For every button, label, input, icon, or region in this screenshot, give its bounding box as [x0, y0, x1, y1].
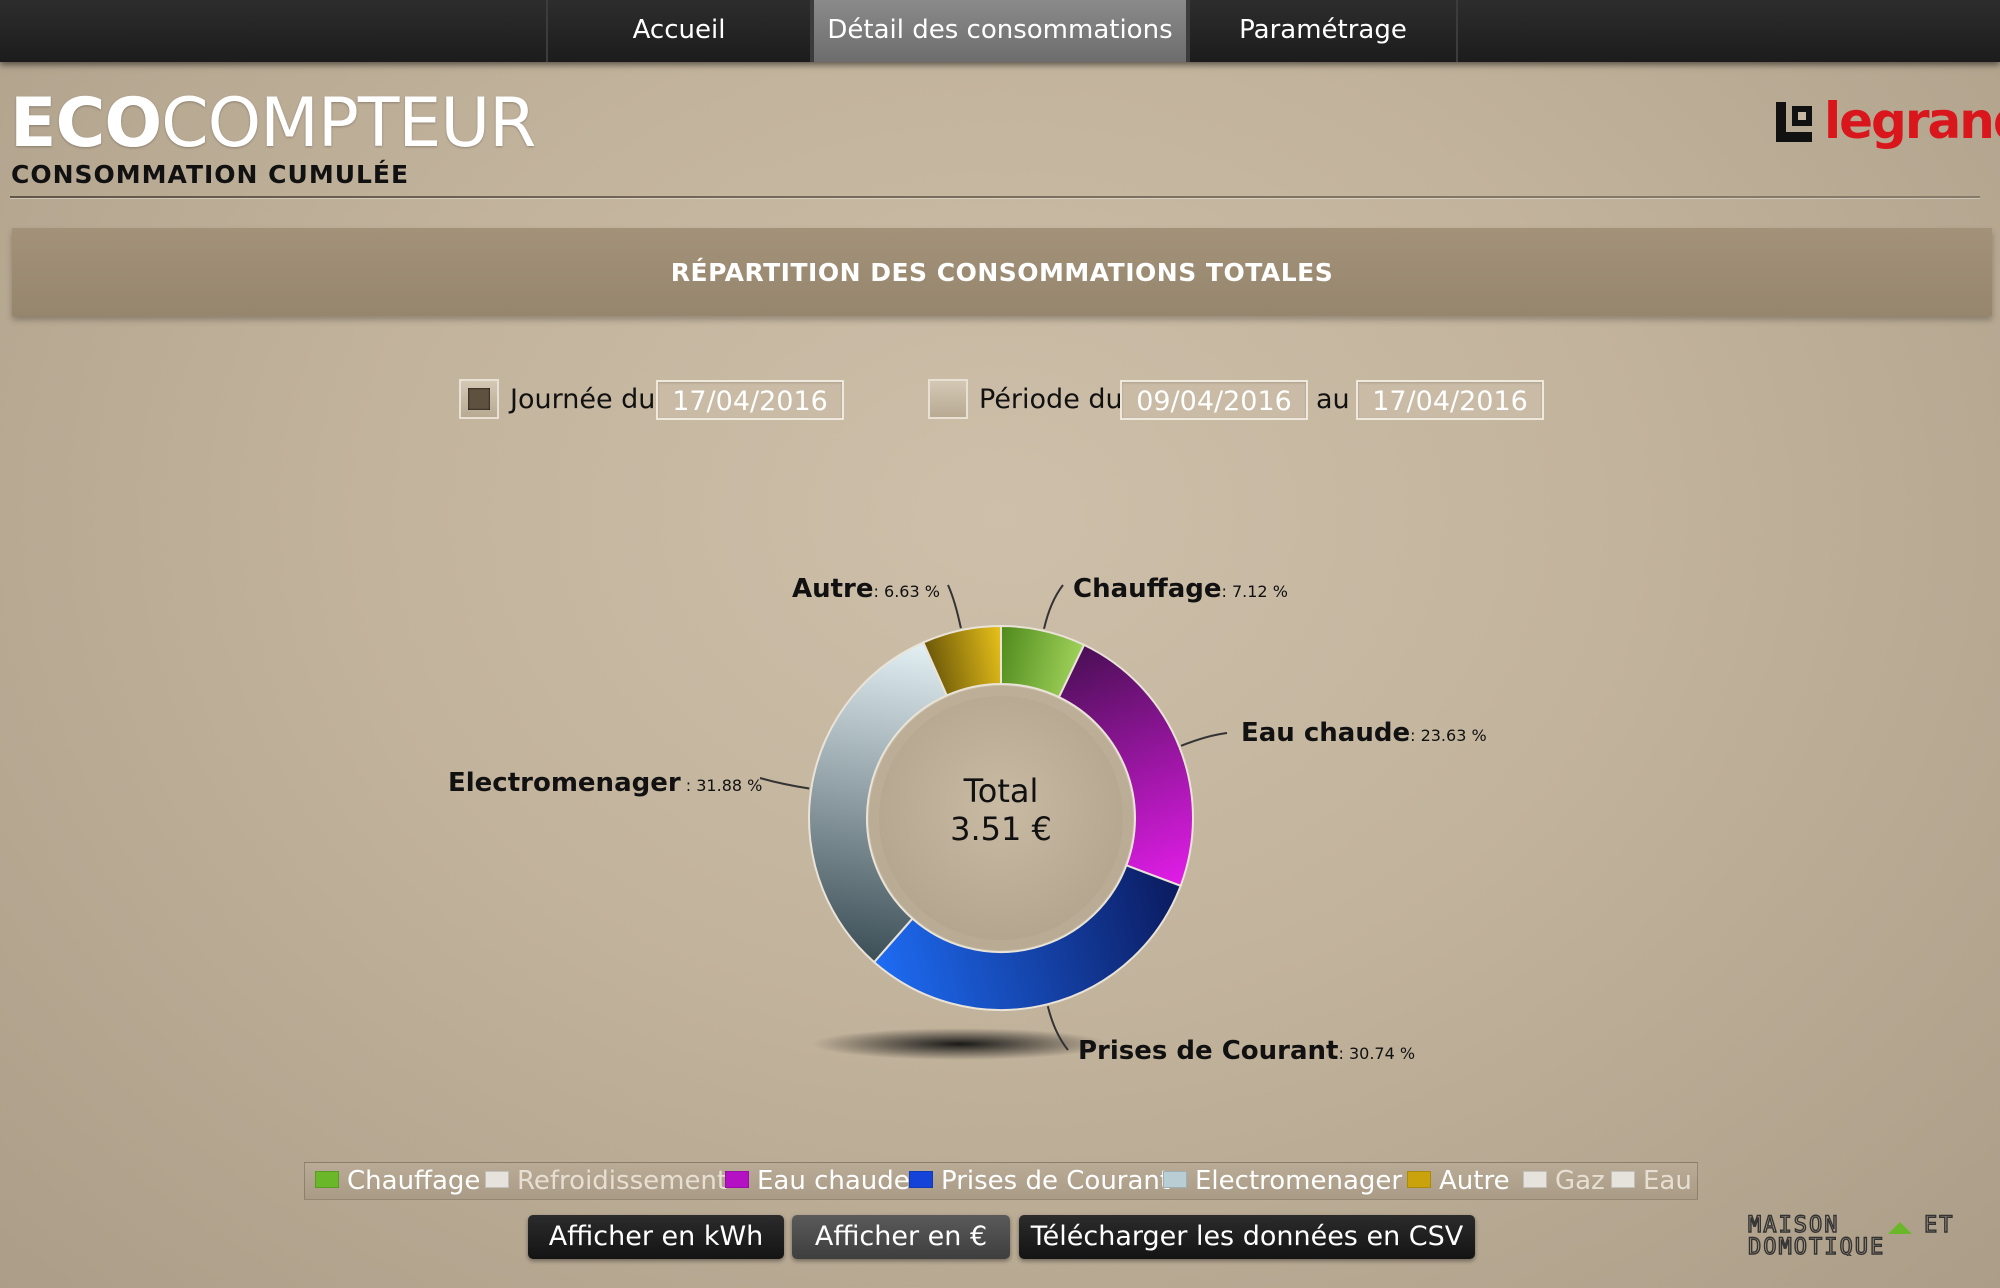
legend-label: Chauffage [347, 1166, 481, 1196]
leader-electromenager [759, 777, 810, 790]
chart-center-value: 3.51 € [950, 810, 1052, 848]
legend-swatch [485, 1171, 509, 1188]
legend-item-gaz[interactable]: Gaz [1523, 1166, 1605, 1196]
leader-chauffage [1043, 584, 1064, 630]
consumption-donut-chart: Total 3.51 € Chauffage: 7.12 % Eau chaude… [448, 574, 1487, 1066]
label-autre: Autre: 6.63 % [792, 574, 940, 604]
watermark-line1b: ET [1924, 1213, 1955, 1238]
label-prises-de-courant: Prises de Courant: 30.74 % [1078, 1036, 1415, 1066]
legend-label: Electromenager [1195, 1166, 1403, 1196]
legend-item-eau[interactable]: Eau [1611, 1166, 1692, 1196]
legend-swatch [1611, 1171, 1635, 1188]
download-csv-button[interactable]: Télécharger les données en CSV [1019, 1215, 1475, 1259]
legend-item-electromenager[interactable]: Electromenager [1163, 1166, 1402, 1196]
legend-item-autre[interactable]: Autre [1407, 1166, 1510, 1196]
legend-swatch [315, 1171, 339, 1188]
legend-label: Gaz [1555, 1166, 1605, 1196]
legend-label: Refroidissement [517, 1166, 728, 1196]
legend-label: Eau chaude [757, 1166, 910, 1196]
show-euro-button[interactable]: Afficher en € [792, 1215, 1010, 1259]
legend-swatch [1163, 1171, 1187, 1188]
show-kwh-button[interactable]: Afficher en kWh [528, 1215, 784, 1259]
watermark-line2: DOMOTIQUE [1748, 1235, 1885, 1256]
legend-swatch [1523, 1171, 1547, 1188]
legend-item-eau-chaude[interactable]: Eau chaude [725, 1166, 910, 1196]
leader-autre [947, 584, 962, 629]
maison-et-domotique-watermark: MAISON ET DOMOTIQUE [1748, 1212, 1955, 1256]
label-eau-chaude: Eau chaude: 23.63 % [1241, 718, 1487, 748]
legend-item-refroidissement[interactable]: Refroidissement [485, 1166, 727, 1196]
chart-legend: Chauffage Refroidissement Eau chaude Prises… [304, 1162, 1698, 1200]
leader-eau-chaude [1180, 732, 1228, 747]
label-chauffage: Chauffage: 7.12 % [1073, 574, 1288, 604]
legend-item-prises-de-courant[interactable]: Prises de Courant [909, 1166, 1170, 1196]
house-icon [1888, 1222, 1912, 1234]
chart-center-label: Total [963, 772, 1039, 810]
legend-swatch [909, 1171, 933, 1188]
legend-swatch [725, 1171, 749, 1188]
legend-item-chauffage[interactable]: Chauffage [315, 1166, 480, 1196]
label-electromenager: Electromenager : 31.88 % [448, 768, 762, 798]
legend-label: Autre [1439, 1166, 1510, 1196]
legend-swatch [1407, 1171, 1431, 1188]
legend-label: Eau [1643, 1166, 1692, 1196]
legend-label: Prises de Courant [941, 1166, 1171, 1196]
